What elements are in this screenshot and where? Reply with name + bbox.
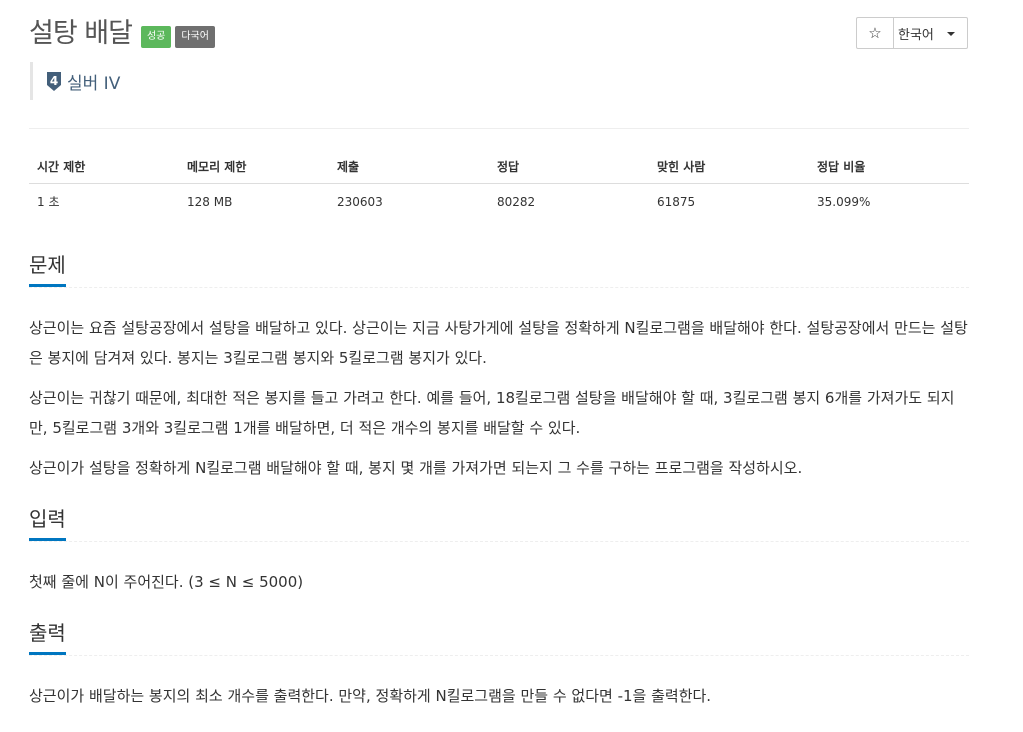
tier-shield-icon: 4 — [47, 71, 61, 91]
language-label: 한국어 — [898, 27, 934, 43]
header-memory-limit: 메모리 제한 — [179, 150, 329, 184]
table-header-row: 시간 제한 메모리 제한 제출 정답 맞힌 사람 정답 비율 — [29, 150, 969, 184]
description-section-header: 문제 — [29, 252, 969, 288]
star-outline-icon: ☆ — [868, 24, 882, 42]
tier-name: 실버 IV — [67, 73, 121, 94]
table-row: 1 초 128 MB 230603 80282 61875 35.099% — [29, 184, 969, 220]
description-heading: 문제 — [29, 252, 66, 287]
solvers-value: 61875 — [657, 194, 696, 209]
output-section-header: 출력 — [29, 620, 969, 656]
divider — [29, 128, 969, 129]
tier-number: 4 — [50, 74, 58, 88]
output-description: 상근이가 배달하는 봉지의 최소 개수를 출력한다. 만약, 정확하게 N킬로그… — [29, 687, 712, 705]
problem-header: 설탕 배달 성공 다국어 — [29, 14, 215, 54]
input-heading: 입력 — [29, 506, 66, 541]
language-dropdown[interactable]: 한국어 — [893, 17, 968, 49]
input-section-header: 입력 — [29, 506, 969, 542]
caret-down-icon — [946, 32, 955, 36]
status-badge: 성공 — [140, 26, 172, 48]
output-heading: 출력 — [29, 620, 66, 655]
multilang-badge: 다국어 — [175, 26, 215, 48]
header-time-limit: 시간 제한 — [29, 150, 179, 184]
tier-badge-link[interactable]: 4 실버 IV — [30, 62, 120, 100]
accepted-value: 80282 — [497, 194, 536, 209]
header-accepted: 정답 — [489, 150, 649, 184]
input-description: 첫째 줄에 N이 주어진다. (3 ≤ N ≤ 5000) — [29, 573, 304, 591]
header-submissions: 제출 — [329, 150, 489, 184]
memory-limit-value: 128 MB — [187, 194, 233, 209]
accept-ratio-value: 35.099% — [817, 194, 871, 209]
page-title: 설탕 배달 — [29, 18, 133, 49]
header-accept-ratio: 정답 비율 — [809, 150, 969, 184]
toolbar: ☆ 한국어 — [856, 17, 968, 49]
submissions-value: 230603 — [337, 194, 383, 209]
description-paragraph: 상근이는 귀찮기 때문에, 최대한 적은 봉지를 들고 가려고 한다. 예를 들… — [29, 389, 955, 437]
header-solvers: 맞힌 사람 — [649, 150, 809, 184]
problem-info-table: 시간 제한 메모리 제한 제출 정답 맞힌 사람 정답 비율 1 초 128 M… — [29, 150, 969, 219]
description-paragraph: 상근이가 설탕을 정확하게 N킬로그램 배달해야 할 때, 봉지 몇 개를 가져… — [29, 459, 803, 477]
favorite-button[interactable]: ☆ — [856, 17, 894, 49]
time-limit-value: 1 초 — [37, 195, 60, 209]
description-paragraph: 상근이는 요즘 설탕공장에서 설탕을 배달하고 있다. 상근이는 지금 사탕가게… — [29, 319, 968, 367]
